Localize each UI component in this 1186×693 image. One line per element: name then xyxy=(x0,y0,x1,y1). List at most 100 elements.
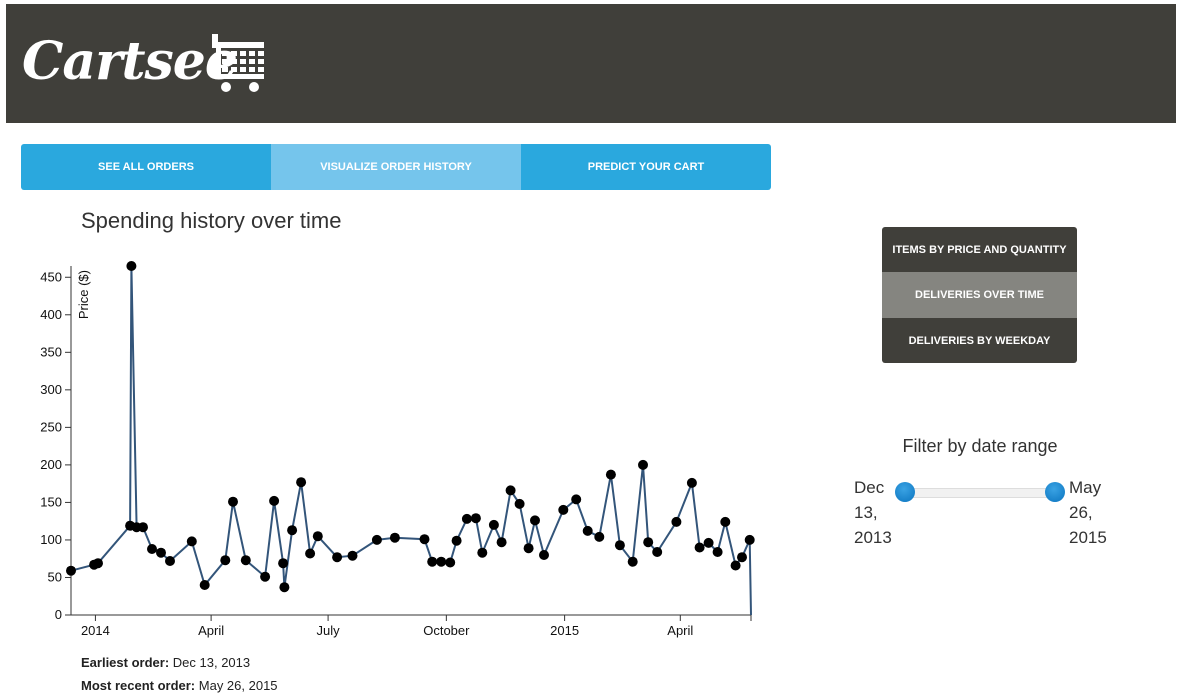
y-tick-label: 0 xyxy=(55,607,62,622)
date-range-slider-track[interactable] xyxy=(905,488,1057,498)
y-tick-label: 50 xyxy=(48,569,62,584)
date-range-start-handle[interactable] xyxy=(895,482,915,502)
data-point xyxy=(371,534,382,545)
range-end-day: 26, xyxy=(1069,503,1093,522)
data-point xyxy=(477,547,488,558)
data-point xyxy=(720,516,731,527)
data-point xyxy=(737,552,747,563)
earliest-order-summary: Earliest order: Dec 13, 2013 xyxy=(81,655,250,670)
data-point xyxy=(470,513,481,524)
brand-logo[interactable]: Cartsee xyxy=(22,32,238,92)
data-point xyxy=(260,571,271,582)
y-tick-label: 100 xyxy=(40,532,62,547)
y-tick-label: 150 xyxy=(40,494,62,509)
data-point xyxy=(530,515,540,526)
range-start-month: Dec xyxy=(854,478,885,497)
x-tick-label: 2015 xyxy=(550,623,579,638)
data-point xyxy=(730,560,741,571)
data-point xyxy=(496,537,507,548)
data-point xyxy=(228,496,238,507)
x-tick-label: April xyxy=(198,623,224,638)
data-point xyxy=(138,522,148,533)
data-point xyxy=(279,582,290,593)
data-point xyxy=(147,544,157,554)
tab-see-all-orders[interactable]: SEE ALL ORDERS xyxy=(21,144,271,190)
chart-title: Spending history over time xyxy=(81,208,342,233)
data-point xyxy=(186,536,197,547)
y-tick-label: 350 xyxy=(40,344,62,359)
viz-deliveries-by-weekday[interactable]: DELIVERIES BY WEEKDAY xyxy=(882,318,1077,363)
y-tick-label: 400 xyxy=(40,307,62,322)
data-point xyxy=(712,547,723,557)
shopping-cart-icon xyxy=(212,34,264,92)
data-point xyxy=(505,485,516,496)
data-point xyxy=(436,556,447,567)
data-point xyxy=(694,542,705,553)
x-tick-label: October xyxy=(423,623,470,638)
data-point xyxy=(165,556,175,566)
viz-items-by-price-quantity[interactable]: ITEMS BY PRICE AND QUANTITY xyxy=(882,227,1077,272)
y-tick-label: 200 xyxy=(40,457,62,472)
data-point xyxy=(582,525,593,536)
x-tick-label: July xyxy=(317,623,341,638)
spending-line-chart: 0 50 100 150 200 250 300 350 400 450 2014 April July… xyxy=(40,261,755,638)
data-point xyxy=(605,469,616,480)
date-range-end-handle[interactable] xyxy=(1045,482,1065,502)
filter-title: Filter by date range xyxy=(902,436,1058,456)
data-point xyxy=(419,534,430,545)
data-point xyxy=(126,261,137,271)
app-header: Cartsee xyxy=(6,4,1176,123)
data-point xyxy=(614,540,625,551)
data-point xyxy=(389,532,400,543)
data-point xyxy=(427,556,438,567)
data-point xyxy=(451,535,462,546)
data-point xyxy=(744,534,755,545)
range-start-day: 13, xyxy=(854,503,878,522)
data-point xyxy=(686,477,697,488)
range-end-month: May xyxy=(1069,478,1102,497)
data-point xyxy=(627,556,638,567)
data-point xyxy=(594,531,605,542)
data-point xyxy=(488,519,499,530)
y-tick-label: 450 xyxy=(40,269,62,284)
data-point xyxy=(523,543,534,554)
visualization-menu: ITEMS BY PRICE AND QUANTITY DELIVERIES O… xyxy=(882,227,1077,363)
data-point xyxy=(638,459,648,470)
data-point xyxy=(445,557,456,568)
data-point xyxy=(571,494,582,505)
data-point xyxy=(199,580,210,590)
earliest-order-value: Dec 13, 2013 xyxy=(172,655,251,670)
data-point xyxy=(652,547,663,557)
data-point xyxy=(461,513,472,524)
data-point xyxy=(332,552,343,563)
range-end-year: 2015 xyxy=(1069,528,1107,547)
tab-predict-your-cart[interactable]: PREDICT YOUR CART xyxy=(521,144,771,190)
data-point xyxy=(312,531,323,542)
data-point xyxy=(296,477,307,488)
data-point xyxy=(558,504,569,515)
range-end-label: May 26, 2015 xyxy=(1069,475,1107,550)
tab-visualize-order-history[interactable]: VISUALIZE ORDER HISTORY xyxy=(271,144,521,190)
data-point xyxy=(514,498,525,509)
y-tick-label: 300 xyxy=(40,382,62,397)
data-point xyxy=(703,537,714,548)
data-point xyxy=(671,516,682,527)
earliest-order-label: Earliest order: xyxy=(81,655,170,670)
data-point xyxy=(539,550,549,560)
viz-deliveries-over-time[interactable]: DELIVERIES OVER TIME xyxy=(882,272,1077,318)
x-tick-label: April xyxy=(667,623,693,638)
data-point xyxy=(66,565,76,576)
x-tick-label: 2014 xyxy=(81,623,110,638)
y-axis-label: Price ($) xyxy=(76,270,91,319)
data-point xyxy=(220,555,231,566)
y-tick-label: 250 xyxy=(40,419,62,434)
data-point xyxy=(240,555,251,566)
data-point xyxy=(156,547,166,558)
data-point xyxy=(269,495,280,506)
data-point xyxy=(278,558,289,569)
data-point xyxy=(305,548,316,559)
data-point xyxy=(643,537,654,548)
main-tabs: SEE ALL ORDERS VISUALIZE ORDER HISTORY P… xyxy=(21,144,771,190)
range-start-label: Dec 13, 2013 xyxy=(854,475,892,550)
range-start-year: 2013 xyxy=(854,528,892,547)
